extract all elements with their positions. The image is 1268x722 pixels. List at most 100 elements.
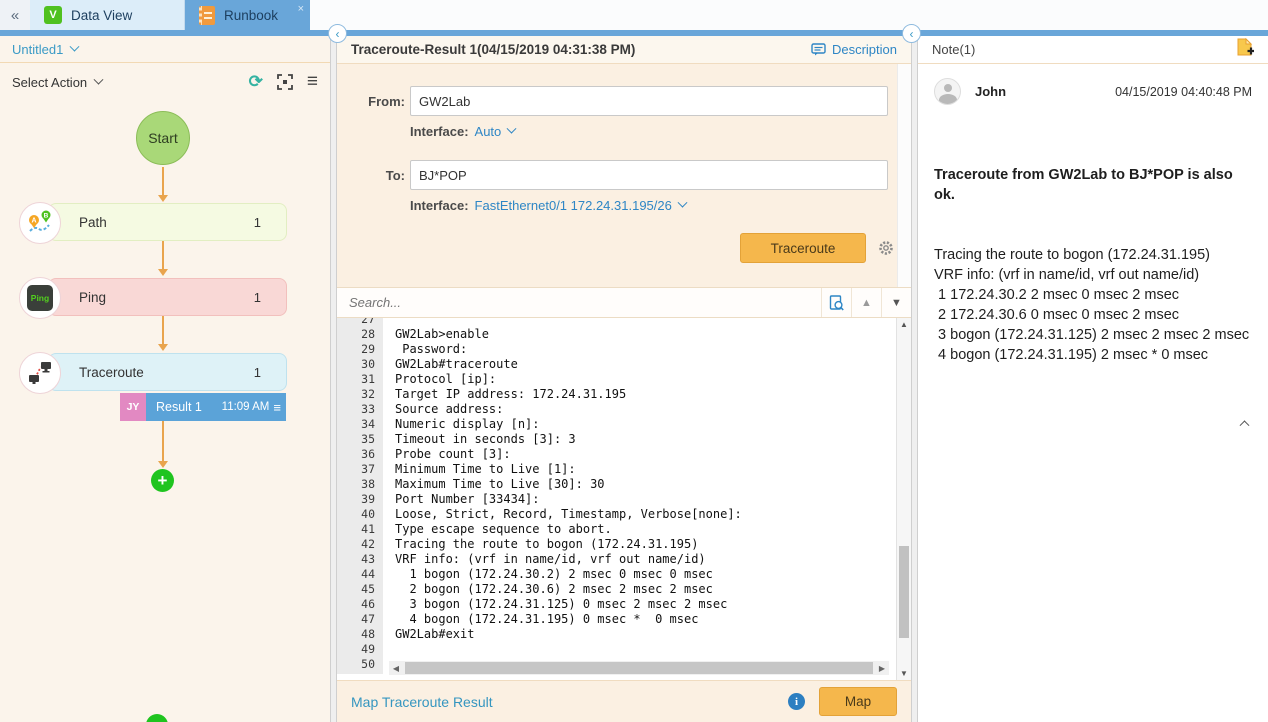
search-next-button[interactable]: ▼ [881, 288, 911, 317]
form-scrollbar[interactable] [897, 64, 911, 287]
note-panel: Note(1) John 04/15/2019 04:40:48 PM Tra [918, 36, 1268, 722]
note-item[interactable]: John 04/15/2019 04:40:48 PM Traceroute f… [918, 64, 1268, 431]
select-action-dropdown[interactable]: Select Action [12, 75, 87, 90]
to-interface-row: Interface: FastEthernet0/1 172.24.31.195… [410, 198, 686, 213]
runbook-icon [199, 6, 215, 25]
flow-result-item[interactable]: JY Result 1 11:09 AM ≡ [120, 393, 286, 421]
flow-arrowhead-icon [158, 344, 168, 351]
flow-start-node[interactable]: Start [136, 111, 190, 165]
flow-node-path-label: Path [79, 215, 107, 230]
terminal-vertical-scrollbar[interactable]: ▲ ▼ [896, 318, 911, 680]
traceroute-button[interactable]: Traceroute [740, 233, 866, 263]
chevron-down-icon [507, 124, 517, 134]
tab-runbook[interactable]: Runbook × [185, 0, 310, 30]
runbook-sidebar: Untitled1 Select Action ⟳ ≡ Start [0, 36, 330, 722]
note-lines: Tracing the route to bogon (172.24.31.19… [934, 245, 1252, 365]
flow-end-node[interactable] [146, 714, 168, 722]
vertical-scroll-thumb[interactable] [899, 546, 909, 638]
traceroute-form: From: Interface: Auto To: Interface: Fas… [337, 64, 911, 287]
flow-node-ping-count: 1 [254, 290, 261, 305]
map-traceroute-result-link[interactable]: Map Traceroute Result [351, 694, 493, 710]
search-input[interactable] [349, 295, 821, 310]
close-tab-icon[interactable]: × [298, 3, 304, 15]
settings-gear-icon[interactable] [878, 240, 894, 261]
flow-node-path-count: 1 [254, 215, 261, 230]
from-interface-row: Interface: Auto [410, 124, 515, 139]
flow-node-traceroute[interactable]: Traceroute 1 [48, 353, 287, 391]
flow-node-traceroute-label: Traceroute [79, 365, 144, 380]
to-interface-label: Interface: [410, 198, 469, 213]
traceroute-node-icon [19, 352, 61, 394]
to-label: To: [337, 168, 405, 183]
from-input[interactable] [410, 86, 888, 116]
panel-divider[interactable] [330, 36, 337, 722]
from-interface-label: Interface: [410, 124, 469, 139]
terminal-horizontal-scrollbar[interactable]: ◀ ▶ [389, 661, 889, 675]
result-menu-icon[interactable]: ≡ [273, 400, 281, 415]
panel-divider[interactable] [911, 36, 918, 722]
flow-node-ping[interactable]: Ping Ping 1 [48, 278, 287, 316]
scroll-right-icon[interactable]: ▶ [875, 664, 889, 673]
to-input[interactable] [410, 160, 888, 190]
flow-arrowhead-icon [158, 269, 168, 276]
menu-icon[interactable]: ≡ [307, 71, 318, 93]
terminal-text[interactable]: GW2Lab>enable Password:GW2Lab#traceroute… [383, 318, 911, 674]
ping-node-icon: Ping [19, 277, 61, 319]
flow-connector [162, 167, 164, 196]
map-footer: Map Traceroute Result i Map [337, 680, 911, 722]
collapse-main-panel-button[interactable]: ‹ [328, 24, 347, 43]
tab-runbook-label: Runbook [224, 8, 278, 23]
flow-connector [162, 241, 164, 270]
map-button[interactable]: Map [819, 687, 897, 716]
to-interface-dropdown[interactable]: FastEthernet0/1 172.24.31.195/26 [475, 198, 686, 213]
note-collapse-button[interactable] [934, 413, 1252, 431]
terminal-gutter: 2728293031323334353637383940414243444546… [337, 318, 383, 674]
collapse-note-panel-button[interactable]: ‹ [902, 24, 921, 43]
add-note-icon[interactable] [1236, 38, 1254, 61]
terminal-search-bar: ▲ ▼ [337, 287, 911, 318]
add-action-button[interactable]: + [151, 469, 174, 492]
result-time: 11:09 AM [222, 401, 270, 413]
flow-connector [162, 316, 164, 345]
result-user-badge: JY [120, 393, 146, 421]
note-author: John [975, 84, 1006, 99]
runbook-title-chevron-icon[interactable] [70, 41, 80, 51]
result-label: Result 1 [156, 400, 202, 414]
avatar [934, 78, 961, 105]
collapse-tabs-button[interactable]: « [0, 0, 30, 30]
tab-bar: « V Data View Runbook × [0, 0, 1268, 30]
scroll-down-icon[interactable]: ▼ [897, 669, 911, 678]
data-view-icon: V [44, 6, 62, 24]
note-text-bold: Traceroute from GW2Lab to BJ*POP is also… [934, 165, 1252, 205]
note-panel-title: Note(1) [932, 42, 975, 57]
from-interface-dropdown[interactable]: Auto [475, 124, 516, 139]
horizontal-scroll-thumb[interactable] [405, 662, 873, 674]
info-icon[interactable]: i [788, 693, 805, 710]
scroll-up-icon[interactable]: ▲ [897, 320, 911, 329]
svg-text:B: B [44, 213, 49, 220]
flow-arrowhead-icon [158, 461, 168, 468]
cli-output: 2728293031323334353637383940414243444546… [337, 318, 911, 680]
search-in-document-icon[interactable] [821, 288, 851, 317]
flow-arrowhead-icon [158, 195, 168, 202]
from-label: From: [337, 94, 405, 109]
runbook-title[interactable]: Untitled1 [12, 42, 63, 57]
fit-screen-icon[interactable] [277, 74, 293, 90]
description-link[interactable]: Description [811, 42, 897, 57]
note-text: Traceroute from GW2Lab to BJ*POP is also… [934, 125, 1252, 405]
flow-connector [162, 421, 164, 462]
tab-data-view[interactable]: V Data View [30, 0, 185, 30]
scroll-left-icon[interactable]: ◀ [389, 664, 403, 673]
traceroute-result-panel: Traceroute-Result 1(04/15/2019 04:31:38 … [337, 36, 911, 722]
refresh-icon[interactable]: ⟳ [249, 72, 263, 92]
flow-node-path[interactable]: A B Path 1 [48, 203, 287, 241]
select-action-chevron-icon[interactable] [94, 74, 104, 84]
tab-data-view-label: Data View [71, 8, 132, 23]
note-timestamp: 04/15/2019 04:40:48 PM [1115, 85, 1252, 99]
search-prev-button[interactable]: ▲ [851, 288, 881, 317]
chevron-down-icon [677, 198, 687, 208]
svg-text:A: A [31, 218, 36, 225]
flow-node-traceroute-count: 1 [254, 365, 261, 380]
result-panel-title: Traceroute-Result 1(04/15/2019 04:31:38 … [351, 42, 635, 57]
flow-node-ping-label: Ping [79, 290, 106, 305]
